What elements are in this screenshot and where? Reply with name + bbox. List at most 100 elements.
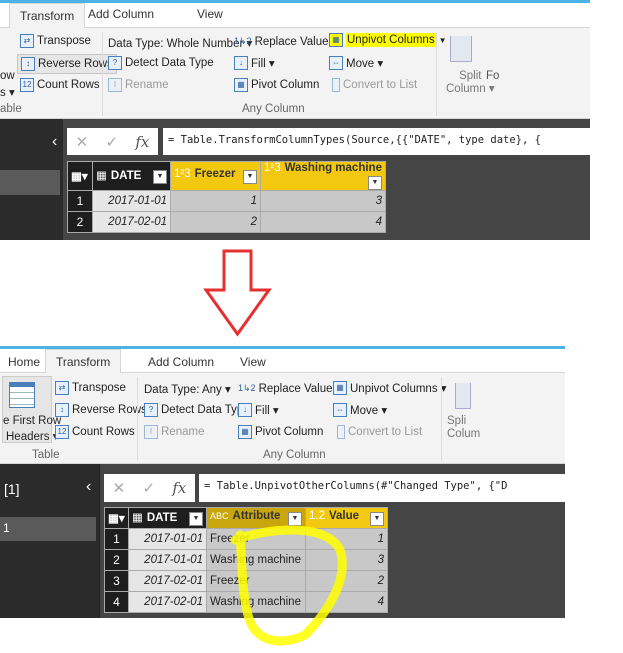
fill-button[interactable]: ↓ Fill ▾ — [238, 403, 279, 417]
move-icon: ⇔ — [329, 56, 343, 70]
row-number[interactable]: 4 — [104, 591, 129, 613]
column-name: Attribute — [232, 510, 281, 522]
detect-data-type-button[interactable]: ? Detect Data Type — [144, 403, 250, 417]
partial-button-dropdown[interactable]: s ▾ — [0, 85, 15, 99]
transpose-icon: ⇄ — [20, 34, 34, 48]
cell[interactable]: 4 — [305, 591, 388, 613]
detect-data-type-button[interactable]: ? Detect Data Type — [108, 56, 214, 70]
convert-to-list-button[interactable]: Convert to List — [337, 425, 422, 439]
formula-bar[interactable]: = Table.UnpivotOtherColumns(#"Changed Ty… — [199, 474, 565, 502]
move-label: Move ▾ — [346, 58, 384, 70]
count-rows-button[interactable]: 12 Count Rows — [55, 425, 135, 439]
transpose-button[interactable]: ⇄ Transpose — [55, 381, 126, 395]
row-number[interactable]: 3 — [104, 570, 129, 592]
tab-add-column[interactable]: Add Column — [88, 7, 154, 21]
first-row-headers-label: e First Row — [3, 415, 62, 427]
data-type-dropdown[interactable]: Data Type: Whole Number ▾ — [108, 36, 252, 50]
tab-view[interactable]: View — [240, 355, 266, 369]
fill-button[interactable]: ↓ Fill ▾ — [234, 56, 275, 70]
unpivot-columns-button[interactable]: ▦ Unpivot Columns ▼ — [329, 33, 447, 47]
unpivot-columns-button[interactable]: ▦ Unpivot Columns ▾ — [333, 381, 447, 395]
column-header-attribute[interactable]: ABC Attribute ▼ — [206, 507, 306, 529]
cell[interactable]: 2 — [305, 570, 388, 592]
commit-icon[interactable]: ✓ — [105, 133, 118, 151]
formula-bar[interactable]: = Table.TransformColumnTypes(Source,{{"D… — [163, 128, 590, 155]
split-column-button[interactable]: Spli Colum — [447, 415, 480, 441]
rename-label: Rename — [125, 79, 169, 91]
cancel-icon[interactable]: ✕ — [76, 133, 89, 151]
row-number[interactable]: 1 — [67, 190, 93, 212]
column-header-freezer[interactable]: 1²3 Freezer ▼ — [170, 161, 261, 191]
cell[interactable]: 2017-01-01 — [128, 549, 207, 571]
filter-dropdown-icon[interactable]: ▼ — [243, 170, 257, 184]
use-first-row-as-headers-button[interactable]: e First Row Headers ▾ — [2, 376, 61, 443]
query-item-selected[interactable] — [0, 170, 60, 195]
partial-button[interactable]: ow — [0, 70, 15, 82]
group-label-any-column: Any Column — [242, 103, 305, 115]
filter-dropdown-icon[interactable]: ▼ — [189, 512, 203, 526]
pivot-column-button[interactable]: ▦ Pivot Column — [234, 78, 319, 92]
tab-transform[interactable]: Transform — [45, 349, 122, 374]
column-header-value[interactable]: 1.2 Value ▼ — [305, 507, 388, 529]
row-number[interactable]: 1 — [104, 528, 129, 550]
transpose-button[interactable]: ⇄ Transpose — [20, 34, 91, 48]
tab-add-column[interactable]: Add Column — [148, 355, 214, 369]
cancel-icon[interactable]: ✕ — [113, 479, 126, 497]
count-rows-button[interactable]: 12 Count Rows — [20, 78, 100, 92]
tab-transform[interactable]: Transform — [9, 3, 86, 28]
data-type-dropdown[interactable]: Data Type: Any ▾ — [144, 382, 231, 396]
rename-button[interactable]: I Rename — [108, 78, 168, 92]
pivot-column-button[interactable]: ▦ Pivot Column — [238, 425, 323, 439]
reverse-rows-button[interactable]: ↕ Reverse Rows — [55, 403, 147, 417]
filter-dropdown-icon[interactable]: ▼ — [153, 170, 167, 184]
tab-view[interactable]: View — [197, 7, 223, 21]
whole-number-type-icon: 1²3 — [174, 168, 191, 180]
replace-values-button[interactable]: 1↳2 Replace Values ▾ — [238, 381, 347, 396]
table-menu-button[interactable]: ▦▾ — [104, 507, 129, 529]
column-header-date[interactable]: ▦ DATE ▼ — [92, 161, 171, 191]
collapse-chevron-icon[interactable]: ‹ — [52, 133, 57, 151]
format-button-partial[interactable]: Fo — [486, 70, 499, 82]
cell[interactable]: 1 — [170, 190, 261, 212]
move-button[interactable]: ⇔ Move ▾ — [329, 56, 383, 70]
convert-to-list-button[interactable]: Convert to List — [332, 78, 417, 92]
fx-icon[interactable]: fx — [172, 479, 186, 497]
cell[interactable]: 4 — [260, 211, 386, 233]
cell[interactable]: Freezer — [206, 528, 306, 550]
column-header-date[interactable]: ▦ DATE ▼ — [128, 507, 207, 529]
row-number[interactable]: 2 — [67, 211, 93, 233]
column-header-washing-machine[interactable]: 1²3 Washing machine ▼ — [260, 161, 386, 191]
cell[interactable]: 2017-02-01 — [128, 591, 207, 613]
cell[interactable]: Freezer — [206, 570, 306, 592]
move-icon: ⇔ — [333, 403, 347, 417]
rename-icon: I — [108, 78, 122, 92]
commit-icon[interactable]: ✓ — [142, 479, 155, 497]
fill-down-icon: ↓ — [238, 403, 252, 417]
cell[interactable]: Washing machine — [206, 591, 306, 613]
move-button[interactable]: ⇔ Move ▾ — [333, 403, 387, 417]
queries-pane: ‹ — [0, 119, 63, 240]
cell[interactable]: 1 — [305, 528, 388, 550]
split-column-label-2: Column ▾ — [446, 83, 495, 95]
tab-home[interactable]: Home — [8, 355, 40, 369]
unpivot-columns-icon: ▦ — [333, 381, 347, 395]
cell[interactable]: 2017-01-01 — [92, 190, 171, 212]
cell[interactable]: 3 — [305, 549, 388, 571]
table-menu-button[interactable]: ▦▾ — [67, 161, 93, 191]
cell[interactable]: 2017-02-01 — [128, 570, 207, 592]
cell[interactable]: 2017-02-01 — [92, 211, 171, 233]
row-number[interactable]: 2 — [104, 549, 129, 571]
fx-icon[interactable]: fx — [135, 133, 149, 151]
filter-dropdown-icon[interactable]: ▼ — [370, 512, 384, 526]
filter-dropdown-icon[interactable]: ▼ — [368, 176, 382, 190]
replace-values-button[interactable]: 1↳2 Replace Values ▾ — [234, 34, 343, 49]
cell[interactable]: 3 — [260, 190, 386, 212]
collapse-chevron-icon[interactable]: ‹ — [86, 478, 91, 496]
query-item-selected[interactable]: 1 — [0, 517, 96, 541]
rename-button[interactable]: I Rename — [144, 425, 204, 439]
filter-dropdown-icon[interactable]: ▼ — [288, 512, 302, 526]
table-row: 2 2017-01-01 Washing machine 3 — [104, 549, 388, 571]
cell[interactable]: 2017-01-01 — [128, 528, 207, 550]
cell[interactable]: 2 — [170, 211, 261, 233]
cell[interactable]: Washing machine — [206, 549, 306, 571]
